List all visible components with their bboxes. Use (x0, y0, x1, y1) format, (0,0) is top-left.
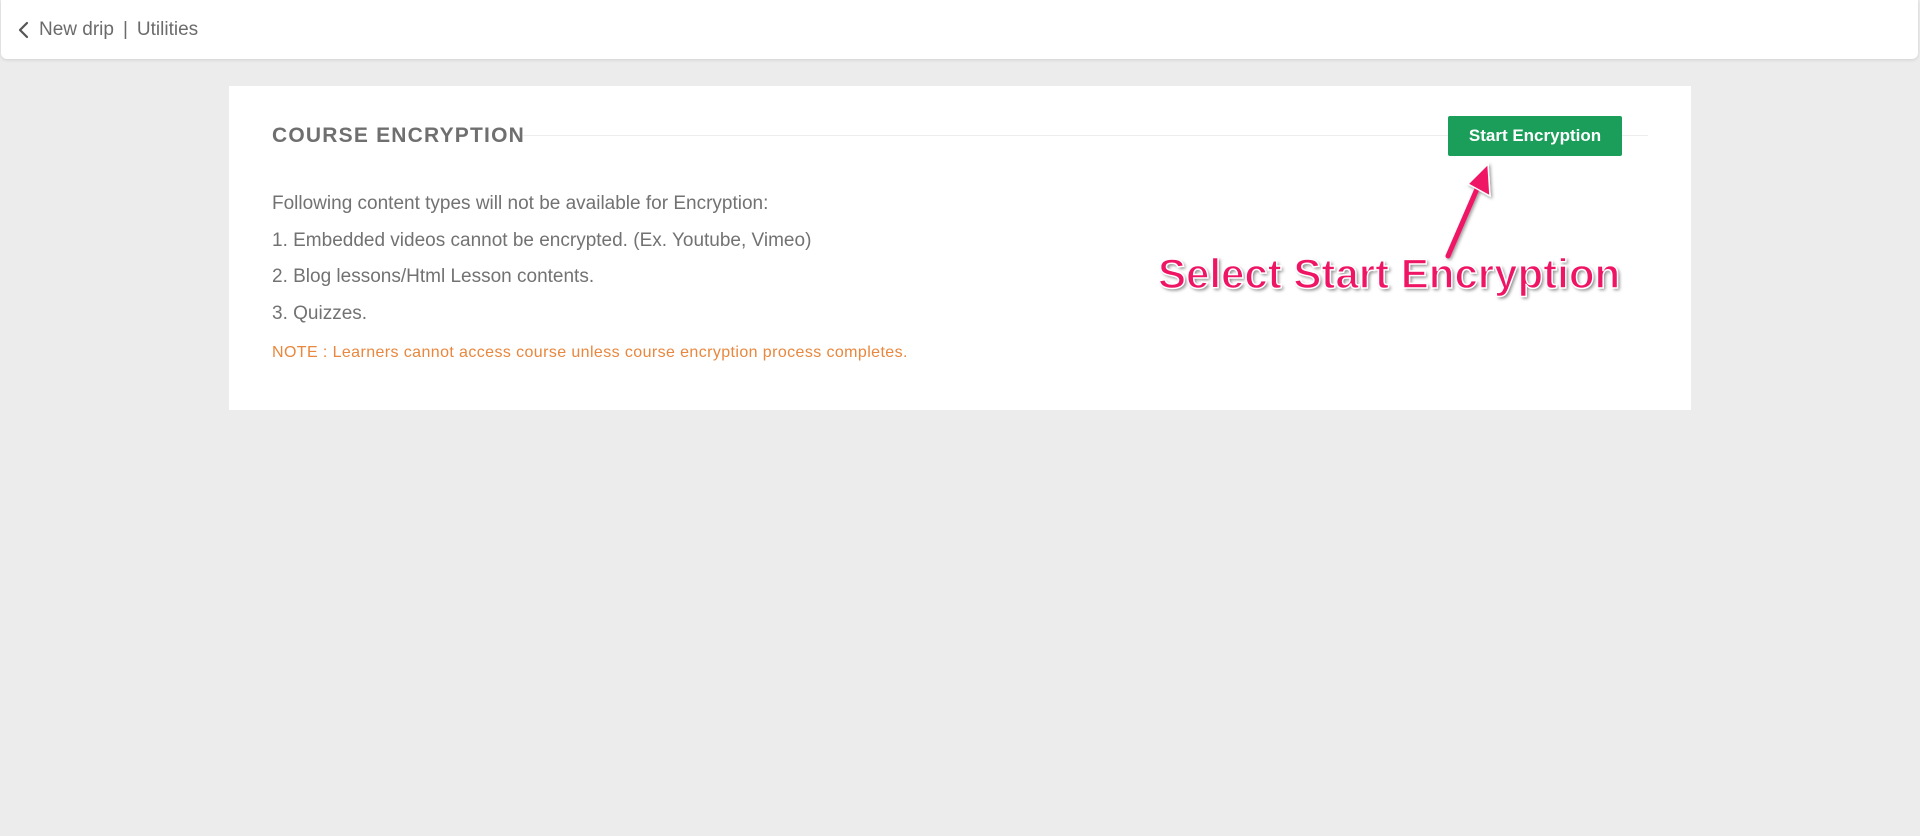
info-item: 3. Quizzes. (272, 302, 368, 324)
section-title: COURSE ENCRYPTION (272, 124, 525, 147)
annotation-arrow-icon (1445, 162, 1491, 259)
breadcrumb-separator: | (122, 18, 128, 40)
annotation-callout: Select Start Encryption (1157, 249, 1621, 298)
course-name[interactable]: New drip (39, 19, 114, 41)
top-navigation-bar: New drip | Utilities (1, 0, 1918, 59)
page-title: Utilities (136, 18, 199, 40)
info-item: 1. Embedded videos cannot be encrypted. … (272, 229, 812, 251)
encryption-note: NOTE : Learners cannot access course unl… (272, 344, 908, 361)
encryption-info: Following content types will not be avai… (272, 186, 811, 332)
info-item: 2. Blog lessons/Html Lesson contents. (272, 266, 595, 287)
info-intro: Following content types will not be avai… (272, 193, 769, 214)
start-encryption-button[interactable]: Start Encryption (1448, 116, 1622, 156)
chevron-left-icon[interactable] (17, 21, 31, 39)
back-button[interactable]: New drip (17, 19, 114, 41)
